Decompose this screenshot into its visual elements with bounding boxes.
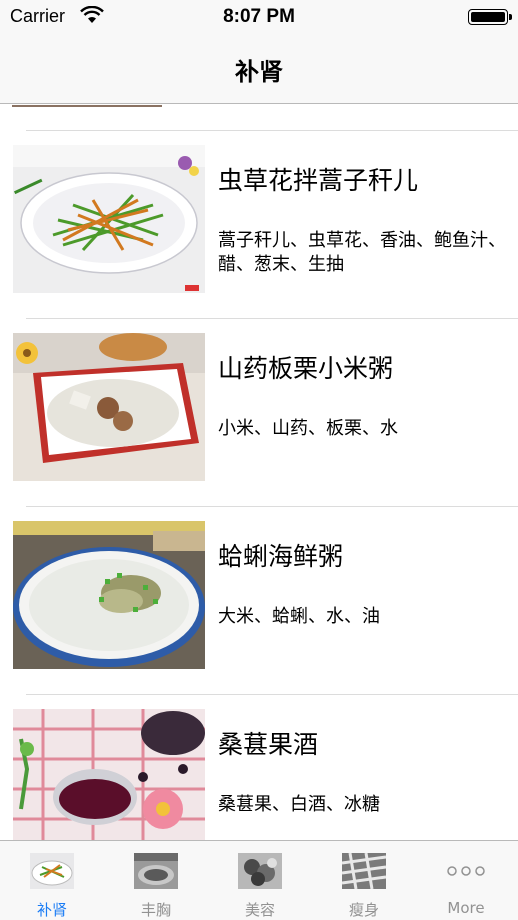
recipe-photo-mulberry-wine <box>13 709 205 840</box>
tab-more[interactable]: More <box>414 841 518 920</box>
previous-row-edge <box>12 105 162 107</box>
recipe-photo-clam-congee <box>13 521 205 669</box>
tab-label: 丰胸 <box>140 901 171 919</box>
clock: 8:07 PM <box>223 6 295 27</box>
recipe-title: 虫草花拌蒿子秆儿 <box>218 166 419 195</box>
navigation-bar: 补肾 <box>0 34 518 104</box>
more-icon <box>447 866 485 876</box>
recipe-photo-porridge <box>13 333 205 481</box>
food-photo-icon <box>342 853 386 889</box>
tab-fengxiong[interactable]: 丰胸 <box>104 841 208 920</box>
recipe-ingredients: 桑葚果、白酒、冰糖 <box>218 794 380 815</box>
food-photo-icon <box>238 853 282 889</box>
recipe-title: 蛤蜊海鲜粥 <box>218 542 344 571</box>
tab-label: 补肾 <box>36 901 67 919</box>
recipe-ingredients: 大米、蛤蜊、水、油 <box>218 606 380 627</box>
recipe-title: 桑葚果酒 <box>218 730 319 759</box>
tab-shoushen[interactable]: 瘦身 <box>312 841 416 920</box>
food-photo-icon <box>134 853 178 889</box>
recipe-row[interactable]: 虫草花拌蒿子秆儿 蒿子秆儿、虫草花、香油、鲍鱼汁、醋、葱末、生抽 <box>0 131 518 318</box>
recipe-title: 山药板栗小米粥 <box>218 354 394 383</box>
recipe-ingredients: 小米、山药、板栗、水 <box>218 418 398 439</box>
recipe-ingredients: 蒿子秆儿、虫草花、香油、鲍鱼汁、醋、葱末、生抽 <box>218 230 506 275</box>
page-title: 补肾 <box>235 58 283 86</box>
recipe-row[interactable]: 桑葚果酒 桑葚果、白酒、冰糖 <box>0 695 518 840</box>
tab-bushen[interactable]: 补肾 <box>0 841 104 920</box>
recipe-photo-stir-fry <box>13 145 205 293</box>
recipe-list[interactable]: 虫草花拌蒿子秆儿 蒿子秆儿、虫草花、香油、鲍鱼汁、醋、葱末、生抽 山药板栗小米粥… <box>0 105 518 840</box>
tab-meirong[interactable]: 美容 <box>208 841 312 920</box>
recipe-row[interactable]: 蛤蜊海鲜粥 大米、蛤蜊、水、油 <box>0 507 518 694</box>
tab-label: 美容 <box>244 901 275 919</box>
recipe-row[interactable]: 山药板栗小米粥 小米、山药、板栗、水 <box>0 319 518 506</box>
tab-label: 瘦身 <box>348 901 379 919</box>
tab-label: More <box>447 899 485 917</box>
salad-dish-photo-icon <box>30 853 74 889</box>
tab-bar: 补肾 丰胸 美容 瘦身 More <box>0 840 518 920</box>
status-bar: Carrier 8:07 PM <box>0 0 518 34</box>
battery-icon <box>468 9 512 25</box>
